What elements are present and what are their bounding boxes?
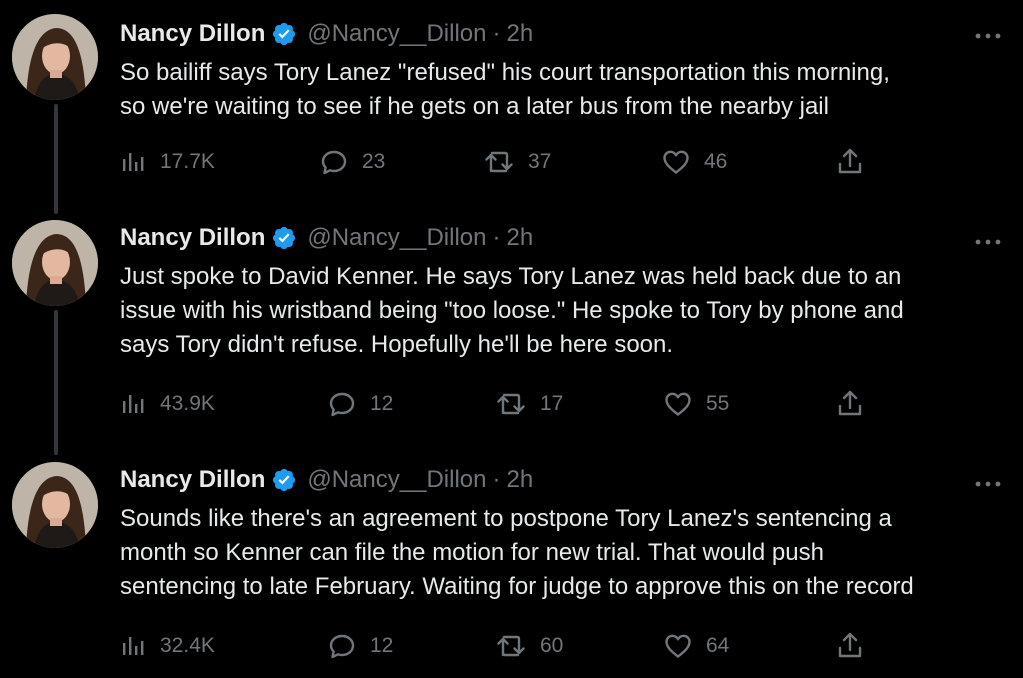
avatar-image xyxy=(12,14,98,100)
retweet-button[interactable]: 17 xyxy=(496,388,563,420)
retweet-icon xyxy=(485,151,513,173)
tweet-text-line: Just spoke to David Kenner. He says Tory… xyxy=(120,263,902,290)
views-button[interactable]: 17.7K xyxy=(120,146,215,178)
tweet-text: Just spoke to David Kenner. He says Tory… xyxy=(120,260,1010,362)
separator-dot: · xyxy=(492,224,501,251)
tweet-time[interactable]: 2h xyxy=(506,466,533,494)
reply-button[interactable]: 23 xyxy=(320,146,385,178)
retweet-count: 17 xyxy=(540,392,564,415)
tweet-text-line: month so Kenner can file the motion for … xyxy=(120,539,824,566)
tweet[interactable]: Nancy Dillon @Nancy__Dillon · 2h So bail… xyxy=(0,14,1023,204)
reply-icon xyxy=(321,150,347,175)
like-count: 46 xyxy=(704,150,728,173)
retweet-icon xyxy=(497,635,525,657)
tweet-header: Nancy Dillon @Nancy__Dillon · 2h xyxy=(120,462,533,498)
share-icon[interactable] xyxy=(836,146,864,181)
separator-dot: · xyxy=(492,466,501,493)
views-count: 32.4K xyxy=(160,634,215,657)
views-count: 43.9K xyxy=(160,392,215,415)
tweet-header: Nancy Dillon @Nancy__Dillon · 2h xyxy=(120,16,533,52)
verified-badge-icon xyxy=(271,225,297,251)
like-icon xyxy=(663,150,689,174)
views-icon xyxy=(123,637,144,655)
more-options-icon[interactable] xyxy=(973,28,1003,39)
tweet-actions: 17.7K 23 37 46 xyxy=(120,146,880,178)
retweet-count: 60 xyxy=(540,634,564,657)
author-handle[interactable]: @Nancy__Dillon xyxy=(307,20,486,48)
views-count: 17.7K xyxy=(160,150,215,173)
tweet[interactable]: Nancy Dillon @Nancy__Dillon · 2h Sounds … xyxy=(0,462,1023,672)
reply-icon xyxy=(329,392,355,417)
share-icon[interactable] xyxy=(836,630,864,665)
tweet-time[interactable]: 2h xyxy=(506,224,533,252)
tweet-text-line: sentencing to late February. Waiting for… xyxy=(120,573,914,600)
retweet-button[interactable]: 60 xyxy=(496,630,563,662)
author-name[interactable]: Nancy Dillon xyxy=(120,224,265,252)
like-button[interactable]: 46 xyxy=(662,146,727,178)
separator-dot: · xyxy=(492,20,501,47)
retweet-icon xyxy=(497,393,525,415)
retweet-count: 37 xyxy=(528,150,552,173)
verified-badge-icon xyxy=(271,467,297,493)
avatar[interactable] xyxy=(12,14,98,100)
retweet-button[interactable]: 37 xyxy=(484,146,551,178)
like-button[interactable]: 55 xyxy=(664,388,729,420)
like-button[interactable]: 64 xyxy=(664,630,729,662)
views-button[interactable]: 32.4K xyxy=(120,630,215,662)
verified-badge-icon xyxy=(271,21,297,47)
avatar[interactable] xyxy=(12,220,98,306)
author-name[interactable]: Nancy Dillon xyxy=(120,466,265,494)
avatar[interactable] xyxy=(12,462,98,548)
author-handle[interactable]: @Nancy__Dillon xyxy=(307,466,486,494)
tweet[interactable]: Nancy Dillon @Nancy__Dillon · 2h Just sp… xyxy=(0,220,1023,440)
author-handle[interactable]: @Nancy__Dillon xyxy=(307,224,486,252)
reply-count: 23 xyxy=(362,150,386,173)
tweet-text: So bailiff says Tory Lanez "refused" his… xyxy=(120,56,1010,124)
tweet-text-line: says Tory didn't refuse. Hopefully he'll… xyxy=(120,331,674,358)
like-count: 64 xyxy=(706,634,730,657)
tweet-text-line: Sounds like there's an agreement to post… xyxy=(120,505,892,532)
more-options-icon[interactable] xyxy=(973,476,1003,487)
reply-button[interactable]: 12 xyxy=(328,388,393,420)
views-icon xyxy=(123,153,144,171)
views-icon xyxy=(123,395,144,413)
like-icon xyxy=(665,392,691,416)
share-icon[interactable] xyxy=(836,388,864,423)
tweet-time[interactable]: 2h xyxy=(506,20,533,48)
more-options-icon[interactable] xyxy=(973,234,1003,245)
reply-count: 12 xyxy=(370,392,394,415)
avatar-image xyxy=(12,220,98,306)
author-name[interactable]: Nancy Dillon xyxy=(120,20,265,48)
views-button[interactable]: 43.9K xyxy=(120,388,215,420)
reply-button[interactable]: 12 xyxy=(328,630,393,662)
tweet-actions: 43.9K 12 17 55 xyxy=(120,388,880,420)
like-icon xyxy=(665,634,691,658)
tweet-header: Nancy Dillon @Nancy__Dillon · 2h xyxy=(120,220,533,256)
reply-icon xyxy=(329,634,355,659)
tweet-text-line: issue with his wristband being "too loos… xyxy=(120,297,904,324)
tweet-text: Sounds like there's an agreement to post… xyxy=(120,502,1010,604)
reply-count: 12 xyxy=(370,634,394,657)
like-count: 55 xyxy=(706,392,730,415)
tweet-text-line: So bailiff says Tory Lanez "refused" his… xyxy=(120,59,890,86)
tweet-actions: 32.4K 12 60 64 xyxy=(120,630,880,662)
tweet-text-line: so we're waiting to see if he gets on a … xyxy=(120,93,829,120)
avatar-image xyxy=(12,462,98,548)
